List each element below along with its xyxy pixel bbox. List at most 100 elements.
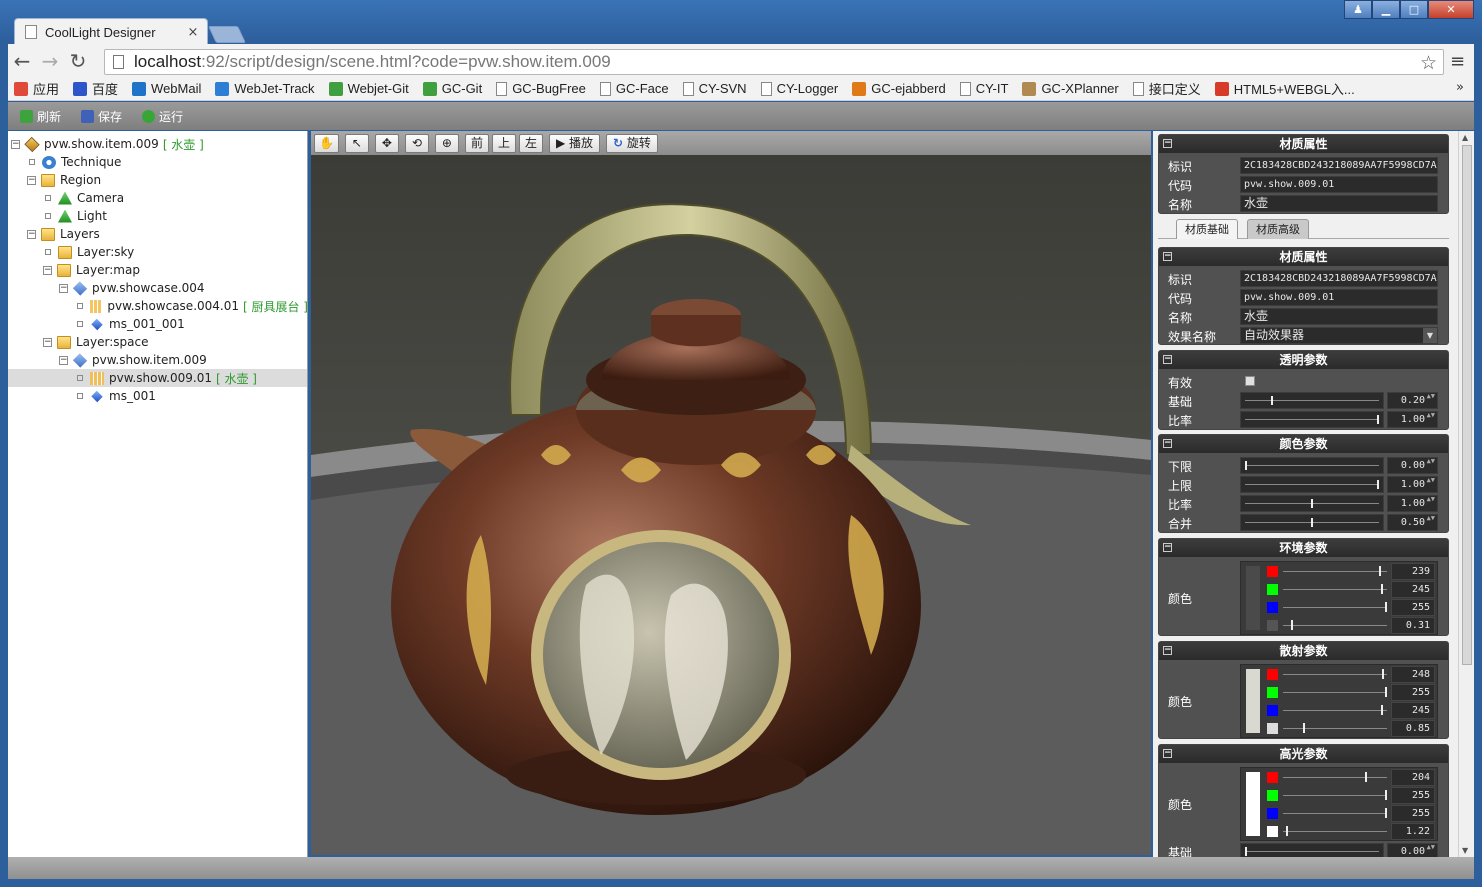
slider-knob[interactable] (1379, 566, 1381, 576)
tree-node[interactable]: ms_001 (8, 387, 307, 405)
channel-slider[interactable] (1283, 599, 1387, 616)
channel-slider[interactable] (1283, 720, 1387, 737)
bookmark-item[interactable]: 接口定义 (1132, 79, 1201, 98)
tree-node[interactable]: − Layer:space (8, 333, 307, 351)
collapse-icon[interactable]: − (1163, 749, 1172, 758)
spin-arrows-icon[interactable]: ▲▼ (1427, 412, 1435, 419)
section-header[interactable]: − 透明参数 (1159, 351, 1448, 369)
front-view-button[interactable]: 前 (464, 133, 489, 153)
collapse-icon[interactable]: − (1163, 355, 1172, 364)
channel-value[interactable]: 245 (1391, 702, 1435, 719)
channel-value[interactable]: 0.85 (1391, 720, 1435, 737)
reload-button[interactable]: ↻ (64, 49, 92, 73)
bookmarks-more-icon[interactable]: » (1456, 80, 1464, 95)
3d-viewport[interactable] (311, 155, 1151, 855)
effect-select[interactable]: 自动效果器 ▼ (1240, 327, 1438, 344)
slider-knob[interactable] (1381, 584, 1383, 594)
tab-close-icon[interactable]: × (185, 25, 201, 40)
slider-knob[interactable] (1381, 705, 1383, 715)
bookmark-item[interactable]: GC-Git (422, 81, 482, 96)
dropdown-arrow-icon[interactable]: ▼ (1423, 328, 1437, 343)
tree-node[interactable]: − Layers (8, 225, 307, 243)
bookmark-item[interactable]: GC-ejabberd (852, 81, 946, 96)
slider-knob[interactable] (1311, 518, 1313, 527)
section-header[interactable]: − 材质属性 (1159, 135, 1448, 153)
tree-node[interactable]: − pvw.show.item.009[ 水壶 ] (8, 135, 307, 153)
channel-value[interactable]: 239 (1391, 563, 1435, 580)
tree-node[interactable]: − Layer:map (8, 261, 307, 279)
bookmark-item[interactable]: CY-IT (959, 81, 1008, 96)
channel-value[interactable]: 255 (1391, 805, 1435, 822)
channel-slider[interactable] (1283, 563, 1387, 580)
tree-toggle-icon[interactable]: − (11, 139, 20, 149)
base-slider[interactable] (1240, 392, 1384, 409)
select-tool-button[interactable]: ↖ (344, 133, 369, 153)
channel-value[interactable]: 0.31 (1391, 617, 1435, 634)
channel-slider[interactable] (1283, 581, 1387, 598)
tree-toggle-icon[interactable]: − (27, 229, 36, 239)
base-spinner[interactable]: 0.20 ▲▼ (1387, 392, 1438, 409)
spin-arrows-icon[interactable]: ▲▼ (1427, 477, 1435, 484)
tab-material-advanced[interactable]: 材质高级 (1247, 219, 1309, 239)
browser-tab[interactable]: CoolLight Designer × (14, 18, 208, 45)
param-slider[interactable] (1240, 457, 1384, 474)
channel-slider[interactable] (1283, 805, 1387, 822)
slider-knob[interactable] (1291, 620, 1293, 630)
slider-knob[interactable] (1385, 790, 1387, 800)
id-field[interactable]: 2C183428CBD243218089AA7F5998CD7A (1240, 157, 1438, 174)
section-header[interactable]: − 颜色参数 (1159, 435, 1448, 453)
param-slider[interactable] (1240, 476, 1384, 493)
scroll-down-icon[interactable]: ▼ (1462, 846, 1468, 855)
spin-arrows-icon[interactable]: ▲▼ (1427, 844, 1435, 851)
ratio-slider[interactable] (1240, 411, 1384, 428)
tree-node[interactable]: − pvw.show.item.009 (8, 351, 307, 369)
specular-base-spinner[interactable]: 0.00 ▲▼ (1387, 843, 1438, 857)
tree-node[interactable]: Layer:sky (8, 243, 307, 261)
slider-knob[interactable] (1385, 687, 1387, 697)
tree-node[interactable]: Camera (8, 189, 307, 207)
tab-material-basic[interactable]: 材质基础 (1176, 219, 1238, 239)
rotate-tool-button[interactable]: ⟲ (404, 133, 429, 153)
bookmark-star-icon[interactable]: ☆ (1420, 52, 1437, 74)
channel-slider[interactable] (1283, 787, 1387, 804)
section-header[interactable]: − 高光参数 (1159, 745, 1448, 763)
save-button[interactable]: 保存 (81, 108, 122, 125)
tree-node[interactable]: pvw.show.009.01[ 水壶 ] (8, 369, 307, 387)
section-header[interactable]: − 环境参数 (1159, 539, 1448, 557)
channel-slider[interactable] (1283, 702, 1387, 719)
color-swatch[interactable] (1246, 566, 1260, 630)
name-field[interactable]: 水壶 (1240, 195, 1438, 212)
section-header[interactable]: − 材质属性 (1159, 248, 1448, 266)
tree-toggle-icon[interactable]: − (43, 337, 52, 347)
tree-toggle-icon[interactable]: − (59, 355, 68, 365)
bookmark-item[interactable]: WebMail (132, 81, 201, 96)
section-header[interactable]: − 散射参数 (1159, 642, 1448, 660)
param-spinner[interactable]: 1.00 ▲▼ (1387, 476, 1438, 493)
specular-base-slider[interactable] (1240, 843, 1384, 857)
slider-knob[interactable] (1377, 480, 1379, 489)
minimize-button[interactable]: ▁ (1372, 0, 1400, 19)
collapse-icon[interactable]: − (1163, 252, 1172, 261)
pan-tool-button[interactable]: ✋ (314, 133, 339, 153)
slider-knob[interactable] (1365, 772, 1367, 782)
slider-knob[interactable] (1271, 396, 1273, 405)
channel-value[interactable]: 255 (1391, 787, 1435, 804)
tree-toggle-icon[interactable]: − (43, 265, 52, 275)
bookmark-item[interactable]: CY-Logger (760, 81, 838, 96)
bookmark-item[interactable]: 应用 (14, 79, 59, 98)
channel-value[interactable]: 255 (1391, 684, 1435, 701)
tree-node[interactable]: ms_001_001 (8, 315, 307, 333)
new-tab-button[interactable] (208, 26, 246, 43)
slider-knob[interactable] (1245, 847, 1247, 856)
move-tool-button[interactable]: ✥ (374, 133, 399, 153)
channel-slider[interactable] (1283, 769, 1387, 786)
close-window-button[interactable]: ✕ (1428, 0, 1474, 19)
slider-knob[interactable] (1286, 826, 1288, 836)
param-spinner[interactable]: 0.50 ▲▼ (1387, 514, 1438, 531)
code-field[interactable]: pvw.show.009.01 (1240, 176, 1438, 193)
slider-knob[interactable] (1385, 808, 1387, 818)
tree-toggle-icon[interactable]: − (27, 175, 36, 185)
param-spinner[interactable]: 1.00 ▲▼ (1387, 495, 1438, 512)
forward-button[interactable]: → (36, 49, 64, 73)
tree-node[interactable]: − pvw.showcase.004 (8, 279, 307, 297)
